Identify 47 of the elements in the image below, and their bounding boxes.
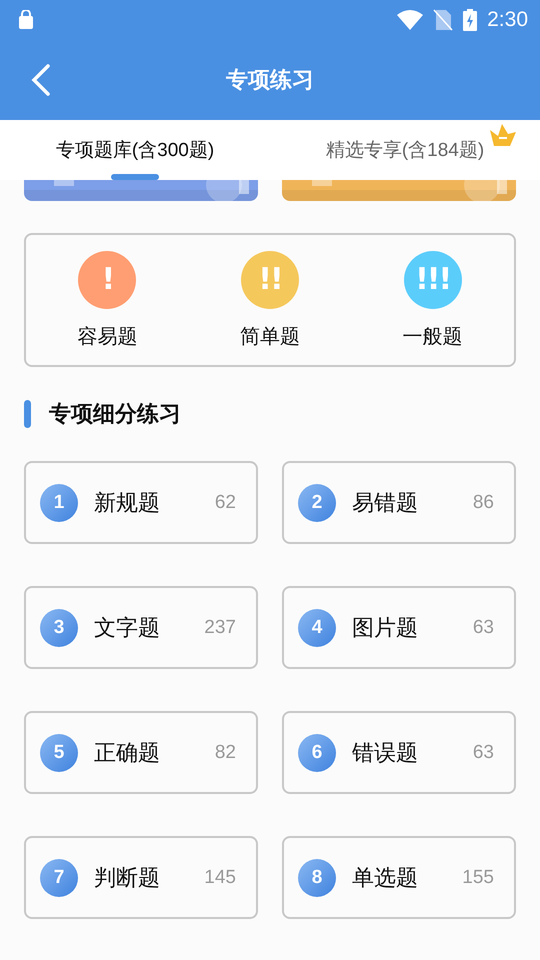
number-badge: 8 (298, 858, 336, 896)
tab[interactable]: 精选专享(含184题) (270, 120, 540, 180)
category-label: 新规题 (94, 490, 161, 518)
section-marker (24, 400, 31, 428)
category-button[interactable]: 8 单选题 155 (282, 836, 516, 919)
number-badge: 4 (298, 608, 336, 646)
question-count: 82 (214, 742, 236, 764)
question-count: 63 (472, 742, 494, 764)
category-button[interactable]: 5 正确题 82 (24, 711, 258, 794)
tab[interactable]: 专项题库(含300题) (0, 120, 270, 180)
category-label: 错误题 (352, 740, 419, 768)
question-count: 155 (462, 866, 494, 888)
section-title: 专项细分练习 (49, 401, 181, 429)
category-label: 文字题 (94, 614, 161, 642)
category-label: 单选题 (352, 864, 419, 892)
lock-bag-icon (18, 10, 34, 30)
question-count: 63 (472, 616, 494, 638)
category-button[interactable]: 2 易错题 86 (282, 461, 516, 544)
category-label: 易错题 (352, 490, 419, 518)
page-title: 专项练习 (226, 67, 314, 95)
category-label: 图片题 (352, 614, 419, 642)
question-count: 145 (204, 866, 236, 888)
category-button[interactable]: 1 新规题 62 (24, 461, 258, 544)
category-button[interactable]: 7 判断题 145 (24, 836, 258, 919)
number-badge: 3 (40, 608, 78, 646)
difficulty-label[interactable]: 容易题 (77, 322, 138, 350)
number-badge: 1 (40, 484, 78, 522)
status-time: 2:30 (487, 8, 528, 32)
category-button[interactable]: 3 文字题 237 (24, 586, 258, 669)
difficulty-label[interactable]: 一般题 (402, 322, 463, 350)
category-label: 正确题 (94, 740, 161, 768)
question-count: 62 (214, 492, 236, 514)
number-badge: 5 (40, 734, 78, 772)
question-count: 86 (472, 492, 494, 514)
number-badge: 7 (40, 858, 78, 896)
category-label: 判断题 (94, 864, 161, 892)
no-sim-icon (433, 9, 454, 31)
number-badge: 2 (298, 484, 336, 522)
number-badge: 6 (298, 734, 336, 772)
category-button[interactable]: 4 图片题 63 (282, 586, 516, 669)
question-count: 237 (204, 616, 236, 638)
difficulty-label[interactable]: 简单题 (240, 322, 300, 350)
wifi-icon (397, 10, 424, 30)
tab-indicator (111, 174, 159, 180)
battery-icon (463, 9, 478, 31)
back-icon[interactable] (30, 64, 52, 96)
category-button[interactable]: 6 错误题 63 (282, 711, 516, 794)
